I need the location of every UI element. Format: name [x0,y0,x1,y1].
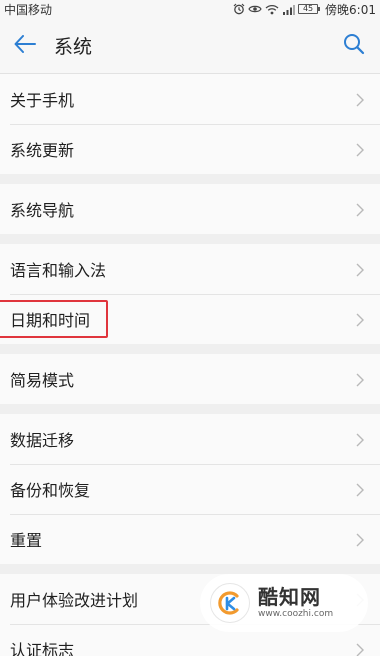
chevron-right-icon [356,312,364,327]
status-bar: 中国移动 45 傍晚6:01 [0,0,380,18]
chevron-right-icon [356,642,364,656]
settings-item-label: 系统更新 [10,141,75,160]
watermark: 酷知网 www.coozhi.com [200,574,368,632]
wifi-icon [265,4,279,15]
highlight-box [0,300,108,338]
search-icon [343,33,365,59]
settings-item[interactable]: 系统导航 [0,184,380,234]
settings-group: 简易模式 [0,354,380,404]
settings-group: 数据迁移备份和恢复重置 [0,414,380,564]
search-button[interactable] [340,32,368,60]
battery-level: 45 [302,4,314,13]
app-bar: 系统 [0,18,380,74]
settings-item-label: 关于手机 [10,91,75,110]
battery-icon: 45 [298,4,321,14]
settings-item[interactable]: 关于手机 [0,74,380,124]
chevron-right-icon [356,142,364,157]
settings-screen: 中国移动 45 傍晚6:01 系统 关于手机 系统更新 系统导航 语言和输入法 … [0,0,380,656]
alarm-icon [233,3,245,15]
settings-list: 关于手机系统更新系统导航语言和输入法日期和时间简易模式数据迁移备份和恢复重置用户… [0,74,380,656]
chevron-right-icon [356,92,364,107]
settings-item-label: 简易模式 [10,371,75,390]
signal-icon [282,4,296,15]
settings-group: 语言和输入法日期和时间 [0,244,380,344]
eye-icon [248,4,262,14]
settings-group: 关于手机 系统更新 [0,74,380,174]
settings-item-label: 用户体验改进计划 [10,591,139,610]
settings-item[interactable]: 数据迁移 [0,414,380,464]
settings-item[interactable]: 重置 [0,514,380,564]
settings-item[interactable]: 简易模式 [0,354,380,404]
watermark-logo-icon [210,583,250,623]
chevron-right-icon [356,432,364,447]
chevron-right-icon [356,262,364,277]
settings-item-label: 认证标志 [10,641,75,656]
settings-item-label: 备份和恢复 [10,481,91,500]
settings-item[interactable]: 日期和时间 [0,294,380,344]
settings-item[interactable]: 备份和恢复 [0,464,380,514]
carrier-label: 中国移动 [4,2,53,17]
settings-item[interactable]: 系统更新 [0,124,380,174]
back-button[interactable] [2,18,48,74]
settings-item-label: 数据迁移 [10,431,75,450]
clock: 傍晚6:01 [325,2,376,17]
settings-item-label: 系统导航 [10,201,75,220]
settings-item[interactable]: 语言和输入法 [0,244,380,294]
watermark-text: 酷知网 www.coozhi.com [258,586,333,620]
page-title: 系统 [54,36,93,58]
chevron-right-icon [356,482,364,497]
back-arrow-icon [14,34,36,57]
status-icons: 45 傍晚6:01 [233,1,376,18]
settings-group: 系统导航 [0,184,380,234]
chevron-right-icon [356,372,364,387]
watermark-url: www.coozhi.com [258,609,334,619]
settings-item-label: 语言和输入法 [10,261,107,280]
chevron-right-icon [356,202,364,217]
settings-item-label: 重置 [10,531,43,550]
watermark-title: 酷知网 [258,585,321,609]
chevron-right-icon [356,532,364,547]
